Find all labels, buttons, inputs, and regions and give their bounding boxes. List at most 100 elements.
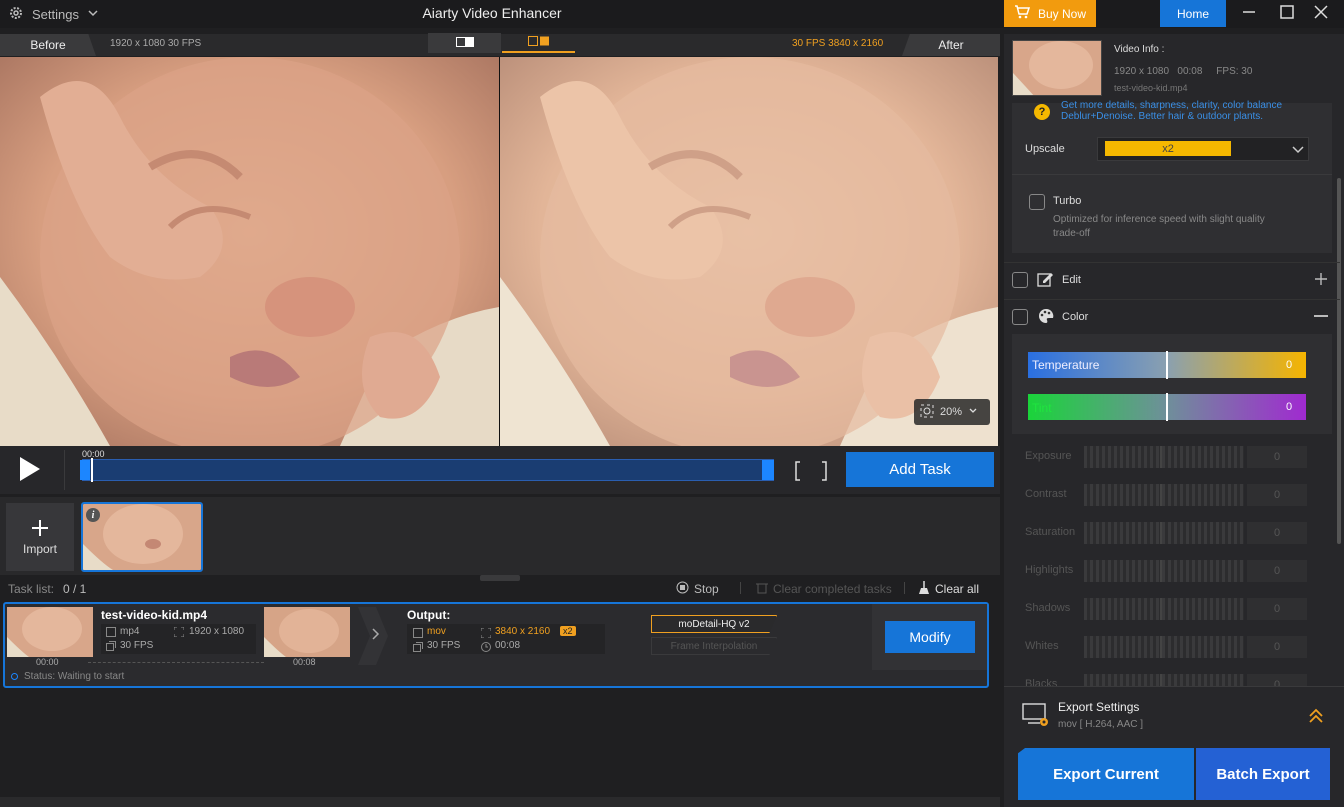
playhead[interactable] — [91, 458, 93, 482]
chevron-right-icon — [372, 628, 380, 643]
highlights-value[interactable]: 0 — [1247, 560, 1307, 582]
saturation-value[interactable]: 0 — [1247, 522, 1307, 544]
export-settings-title[interactable]: Export Settings — [1058, 700, 1139, 714]
chevron-down-icon — [1292, 144, 1304, 158]
collapse-icon[interactable] — [1314, 315, 1328, 317]
divider — [1004, 299, 1340, 300]
after-info: 30 FPS 3840 x 2160 — [792, 38, 884, 49]
output-label: Output: — [407, 608, 451, 622]
import-button[interactable]: Import — [6, 503, 74, 571]
set-in-out-button[interactable] — [794, 460, 828, 485]
play-button[interactable] — [18, 455, 42, 486]
tint-value: 0 — [1286, 401, 1293, 413]
buy-now-button[interactable]: Buy Now — [1004, 0, 1096, 27]
shadows-slider[interactable]: Shadows 0 — [1025, 598, 1307, 620]
timeline-track[interactable] — [82, 459, 774, 481]
tab-before[interactable]: Before — [0, 34, 96, 56]
stop-icon — [676, 581, 689, 597]
task-resolution: 1920 x 1080 — [189, 626, 245, 637]
split-view-button[interactable] — [428, 33, 501, 53]
task-output-thumbnail — [264, 607, 350, 657]
saturation-track[interactable] — [1084, 522, 1244, 544]
model-description-1: Get more details, sharpness, clarity, co… — [1061, 100, 1283, 110]
expand-icon[interactable] — [1314, 272, 1328, 289]
blacks-slider[interactable]: Blacks 0 — [1025, 674, 1307, 686]
before-preview-image[interactable] — [0, 57, 499, 446]
help-icon[interactable]: ? — [1034, 104, 1050, 120]
task-start-time: 00:00 — [36, 657, 59, 667]
stop-label: Stop — [694, 582, 719, 596]
chevron-down-icon — [968, 406, 978, 419]
brackets-icon — [794, 461, 828, 485]
chevrons-up-icon[interactable] — [1308, 708, 1324, 727]
edit-checkbox[interactable] — [1012, 272, 1028, 288]
shadows-track[interactable] — [1084, 598, 1244, 620]
export-current-button[interactable]: Export Current — [1018, 748, 1194, 800]
clock-icon — [481, 641, 491, 655]
panel-splitter-handle[interactable] — [480, 575, 520, 581]
upscale-value: x2 — [1105, 141, 1231, 156]
clear-all-label: Clear all — [935, 582, 980, 596]
clear-all-button[interactable]: Clear all — [918, 581, 979, 597]
timeline-start-handle[interactable] — [80, 460, 90, 480]
upscale-label: Upscale — [1025, 143, 1065, 155]
export-settings-icon[interactable] — [1022, 703, 1052, 732]
split-view-icon — [455, 36, 474, 50]
contrast-value[interactable]: 0 — [1247, 484, 1307, 506]
task-list-label: Task list: — [8, 582, 55, 596]
task-format: mp4 — [120, 626, 140, 637]
trash-icon — [756, 581, 768, 597]
output-scale-badge: x2 — [560, 626, 576, 636]
task-fps: 30 FPS — [120, 640, 154, 651]
exposure-slider[interactable]: Exposure 0 — [1025, 446, 1307, 468]
after-preview-image[interactable] — [500, 57, 998, 446]
clear-completed-button[interactable]: Clear completed tasks — [756, 581, 892, 597]
exposure-track[interactable] — [1084, 446, 1244, 468]
saturation-slider[interactable]: Saturation 0 — [1025, 522, 1307, 544]
output-duration: 00:08 — [495, 640, 521, 651]
divider — [740, 582, 741, 594]
fps-icon — [106, 641, 116, 654]
video-info-filename: test-video-kid.mp4 — [1114, 83, 1188, 93]
modify-button[interactable]: Modify — [885, 621, 975, 653]
temperature-handle[interactable] — [1166, 351, 1168, 379]
shadows-value[interactable]: 0 — [1247, 598, 1307, 620]
export-settings-subtitle: mov [ H.264, AAC ] — [1058, 719, 1144, 730]
color-checkbox[interactable] — [1012, 309, 1028, 325]
blacks-value[interactable]: 0 — [1247, 674, 1307, 686]
exposure-value[interactable]: 0 — [1247, 446, 1307, 468]
highlights-slider[interactable]: Highlights 0 — [1025, 560, 1307, 582]
stop-button[interactable]: Stop — [676, 581, 719, 597]
saturation-label: Saturation — [1025, 526, 1076, 538]
whites-slider[interactable]: Whites 0 — [1025, 636, 1307, 658]
add-task-button[interactable]: Add Task — [846, 452, 994, 487]
blacks-label: Blacks — [1025, 678, 1058, 686]
whites-track[interactable] — [1084, 636, 1244, 658]
task-status: Status: Waiting to start — [24, 671, 125, 682]
color-label: Color — [1062, 311, 1089, 323]
blacks-track[interactable] — [1084, 674, 1244, 686]
turbo-checkbox[interactable] — [1029, 194, 1045, 210]
tint-handle[interactable] — [1166, 393, 1168, 421]
current-time: 00:00 — [82, 449, 105, 459]
video-info-title: Video Info : — [1114, 44, 1165, 55]
slider-center-marks — [1160, 446, 1162, 686]
timeline-end-handle[interactable] — [762, 460, 774, 480]
info-icon[interactable]: i — [86, 508, 100, 522]
contrast-slider[interactable]: Contrast 0 — [1025, 484, 1307, 506]
zoom-control[interactable]: 20% — [914, 399, 990, 425]
import-label: Import — [22, 541, 57, 556]
panel-scrollbar[interactable] — [1337, 178, 1341, 544]
divider — [1012, 174, 1332, 175]
highlights-track[interactable] — [1084, 560, 1244, 582]
side-by-side-view-button[interactable] — [502, 33, 575, 53]
film-icon — [413, 627, 423, 641]
close-button[interactable] — [1298, 0, 1344, 27]
tab-after[interactable]: After — [902, 34, 1000, 56]
home-button[interactable]: Home — [1160, 0, 1226, 27]
whites-value[interactable]: 0 — [1247, 636, 1307, 658]
batch-export-button[interactable]: Batch Export — [1196, 748, 1330, 800]
contrast-track[interactable] — [1084, 484, 1244, 506]
output-resolution: 3840 x 2160 — [495, 626, 551, 637]
tint-label: Tint — [1032, 401, 1052, 415]
